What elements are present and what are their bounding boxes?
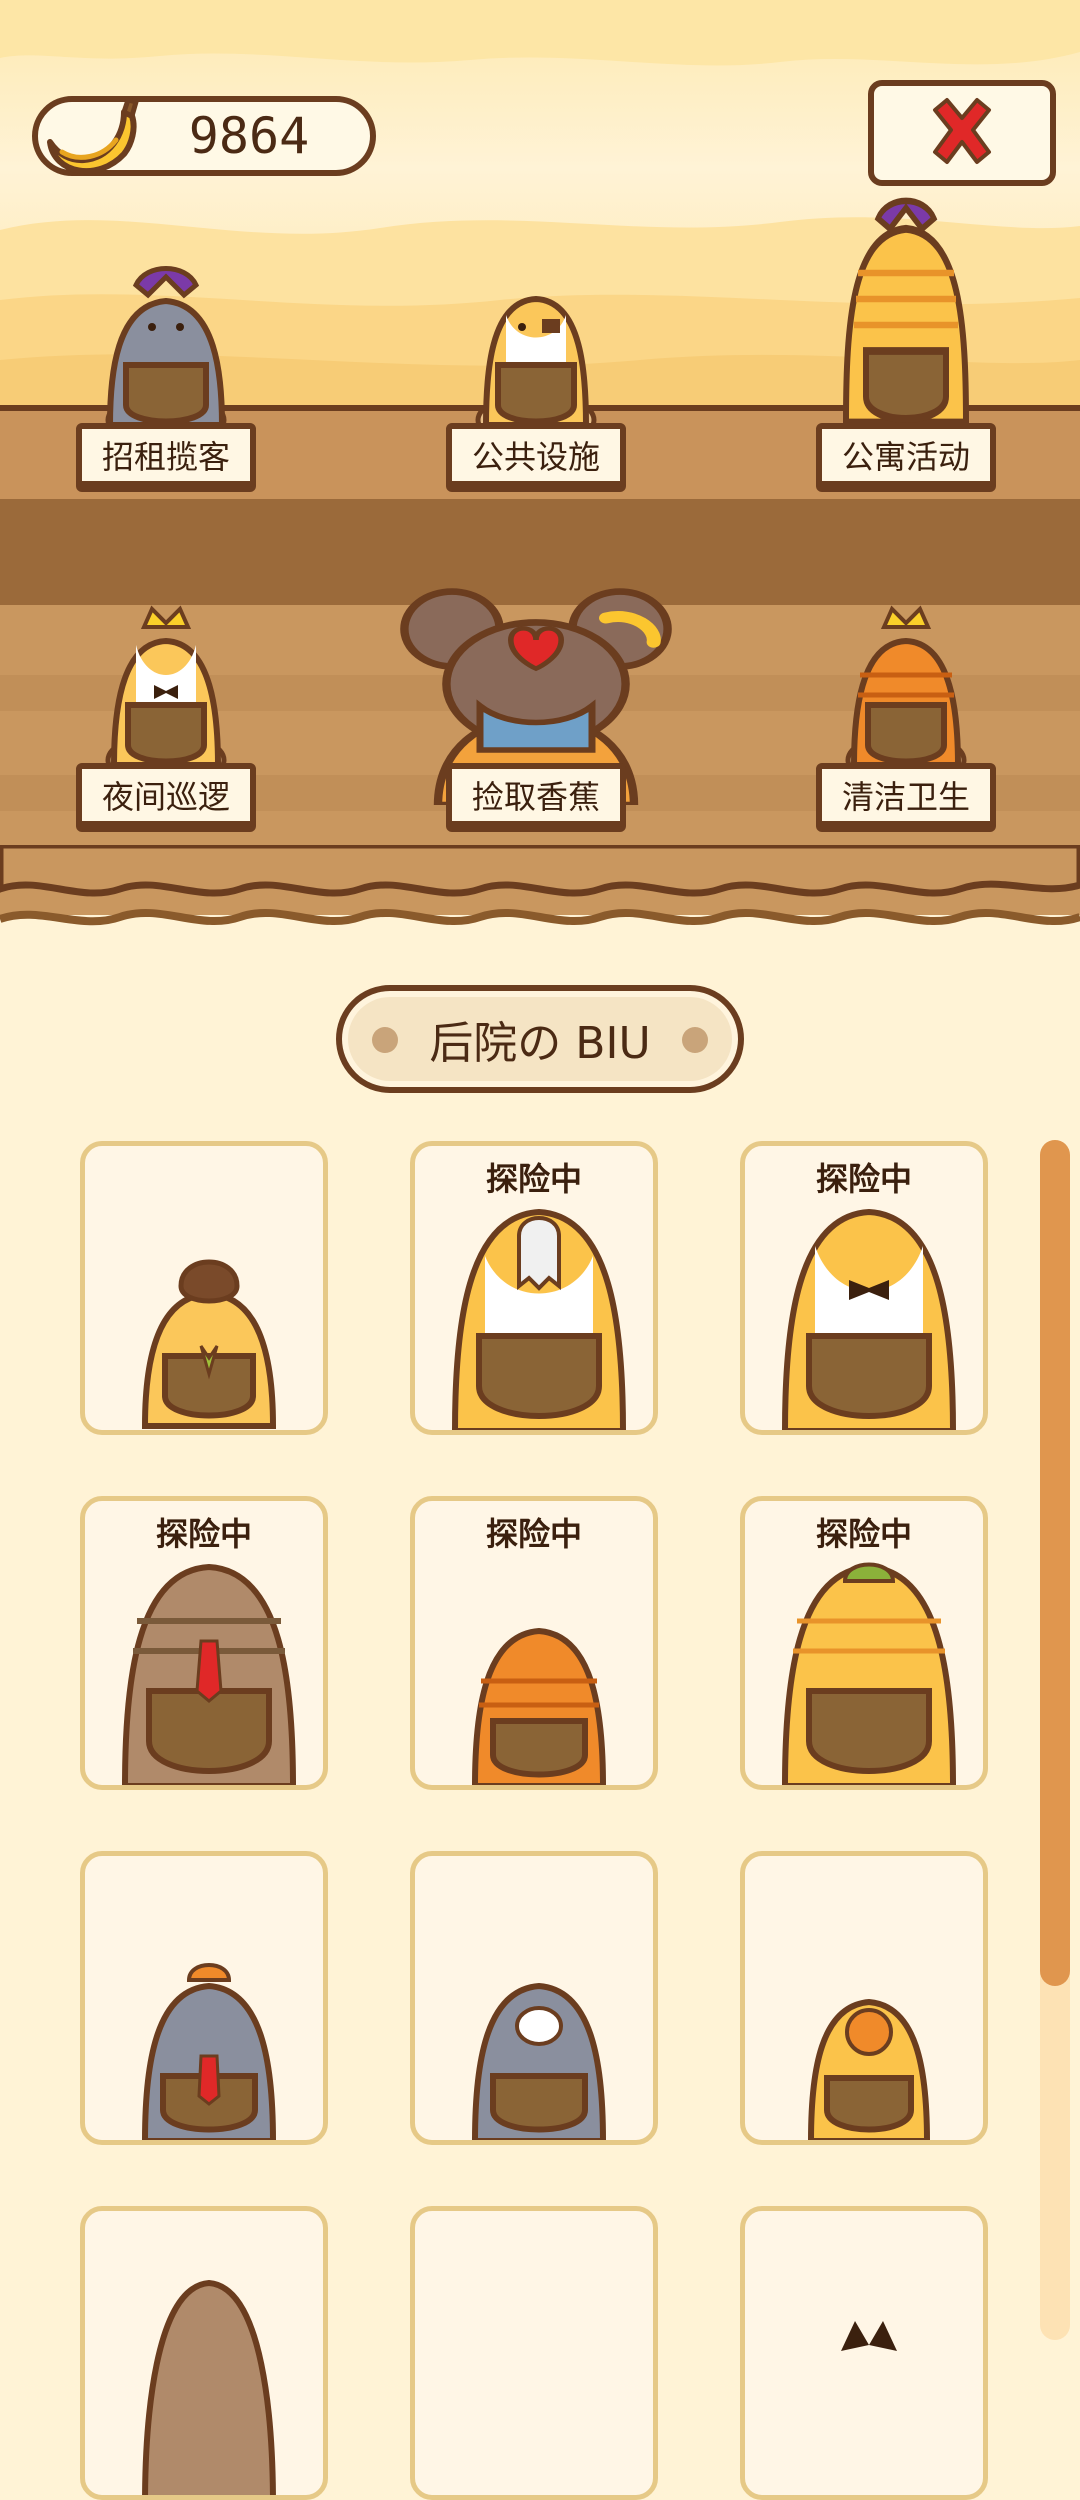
station-label: 清洁卫生: [816, 763, 996, 827]
backyard-cat-slot[interactable]: [740, 2206, 988, 2500]
close-x-icon: [933, 98, 991, 164]
gray-cat-orange-cap-icon: [142, 1963, 276, 2140]
backyard-cat-slot[interactable]: 探险中: [740, 1141, 988, 1435]
backyard-cat-slot[interactable]: [410, 1851, 658, 2145]
backyard-cat-slot[interactable]: 探险中: [410, 1496, 658, 1790]
banana-count: 9864: [188, 107, 310, 165]
slot-status: 探险中: [485, 1515, 582, 1553]
station-label: 公共设施: [446, 423, 626, 487]
banana-icon: [47, 97, 139, 174]
station-label: 夜间巡逻: [76, 763, 256, 827]
backyard-cat-slot[interactable]: [80, 2206, 328, 2500]
backyard-cat-slot[interactable]: [410, 2206, 658, 2500]
station-collect-bananas[interactable]: 捡取香蕉: [400, 588, 672, 875]
slot-status: 探险中: [815, 1515, 912, 1553]
backyard-cat-slot[interactable]: 探险中: [410, 1141, 658, 1435]
station-label: 招租揽客: [76, 423, 256, 487]
backyard-cat-slot[interactable]: 探险中: [80, 1496, 328, 1790]
station-facilities[interactable]: 公共设施: [436, 255, 636, 535]
backyard-cat-slot[interactable]: [80, 1851, 328, 2145]
title-dot-right: [682, 1027, 708, 1053]
backyard-title: 后院の BIU: [336, 985, 744, 1093]
tabby-cat-partial-icon: [142, 2279, 276, 2495]
orange-chick-cat-icon: [808, 1998, 930, 2140]
title-dot-left: [372, 1027, 398, 1053]
station-recruit[interactable]: 招租揽客: [66, 255, 266, 535]
slot-status: 探险中: [485, 1160, 582, 1198]
slot-status: 探险中: [815, 1160, 912, 1198]
station-label: 捡取香蕉: [446, 763, 626, 827]
close-button[interactable]: [868, 80, 1056, 186]
backyard-title-text: 后院の BIU: [429, 1018, 651, 1069]
station-events[interactable]: 公寓活动: [806, 197, 1006, 535]
backyard-cat-slot[interactable]: [740, 1851, 988, 2145]
orange-tabby-jester-icon: [842, 197, 970, 448]
backyard-cat-slot[interactable]: 探险中: [740, 1496, 988, 1790]
black-ears-partial-icon: [841, 2321, 897, 2351]
station-cleaning[interactable]: 清洁卫生: [806, 595, 1006, 875]
station-night-patrol[interactable]: 夜间巡逻: [66, 595, 266, 875]
banana-counter: 9864: [32, 96, 376, 176]
cat-mushroom-hat-icon: [141, 1259, 277, 1429]
gray-bunny-cat-icon: [472, 1982, 606, 2140]
backyard-scrollbar-thumb[interactable]: [1040, 1140, 1070, 1986]
backyard-cat-slot[interactable]: [80, 1141, 328, 1435]
station-label: 公寓活动: [816, 423, 996, 487]
slot-status: 探险中: [155, 1515, 252, 1553]
